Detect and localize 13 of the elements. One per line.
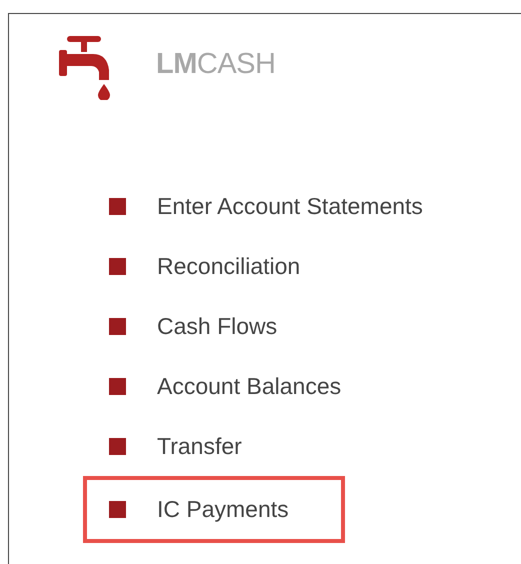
bullet-icon <box>109 258 126 274</box>
menu-item[interactable]: Cash Flows <box>157 312 278 340</box>
menu-item[interactable]: IC Payments <box>157 496 289 523</box>
menu-item[interactable]: Transfer <box>157 432 242 460</box>
app-title: LMCASH <box>156 48 276 81</box>
menu-item[interactable]: Enter Account Statements <box>157 192 423 220</box>
menu-item[interactable]: Account Balances <box>157 372 342 400</box>
bullet-icon <box>109 438 126 454</box>
bullet-icon <box>109 378 126 394</box>
bullet-icon <box>109 501 126 518</box>
bullet-icon <box>109 318 126 334</box>
bullet-icon <box>109 198 126 214</box>
menu-item[interactable]: Reconciliation <box>157 252 300 280</box>
